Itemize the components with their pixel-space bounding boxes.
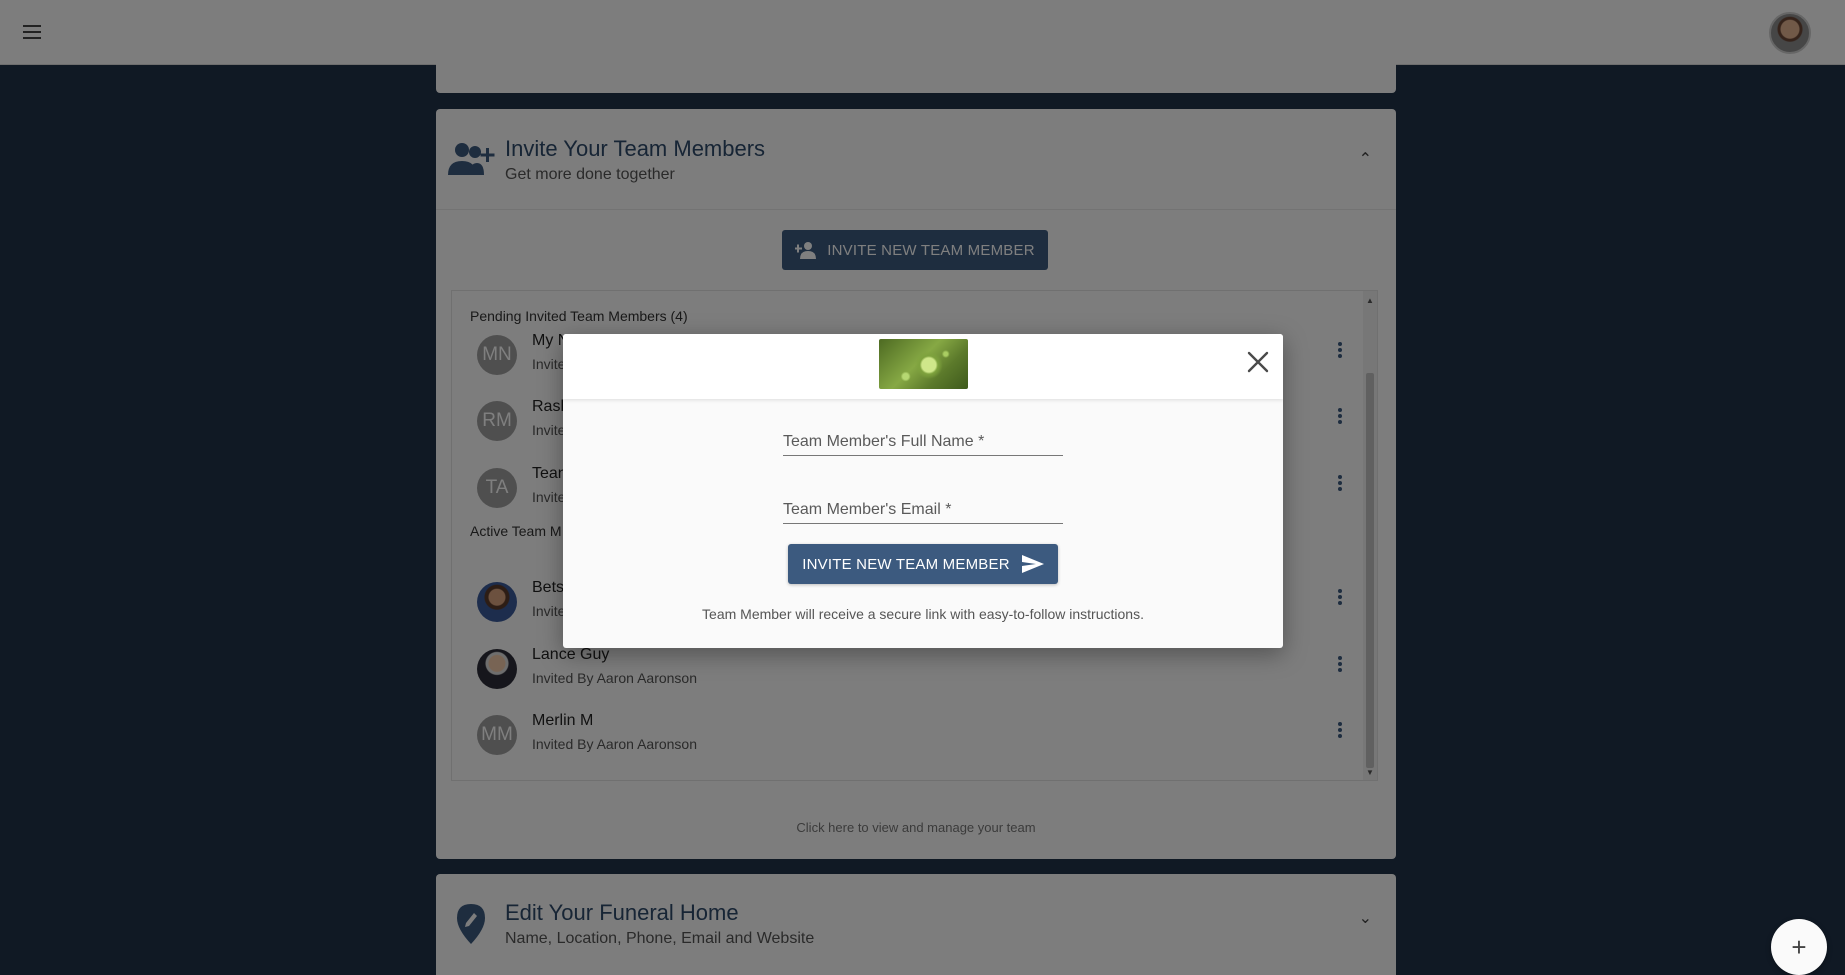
full-name-field[interactable] <box>783 420 1063 456</box>
full-name-input[interactable] <box>783 420 1063 455</box>
dialog-note: Team Member will receive a secure link w… <box>702 606 1144 622</box>
email-input[interactable] <box>783 488 1063 523</box>
submit-invite-label: INVITE NEW TEAM MEMBER <box>802 555 1010 573</box>
email-field[interactable] <box>783 488 1063 524</box>
invite-team-member-dialog: INVITE NEW TEAM MEMBER Team Member will … <box>563 334 1283 648</box>
send-icon <box>1021 555 1044 573</box>
close-icon[interactable] <box>1243 347 1273 377</box>
submit-invite-button[interactable]: INVITE NEW TEAM MEMBER <box>788 544 1058 584</box>
water-droplet-logo <box>879 339 968 389</box>
add-fab-button[interactable]: + <box>1771 919 1827 975</box>
dialog-header <box>563 334 1283 399</box>
